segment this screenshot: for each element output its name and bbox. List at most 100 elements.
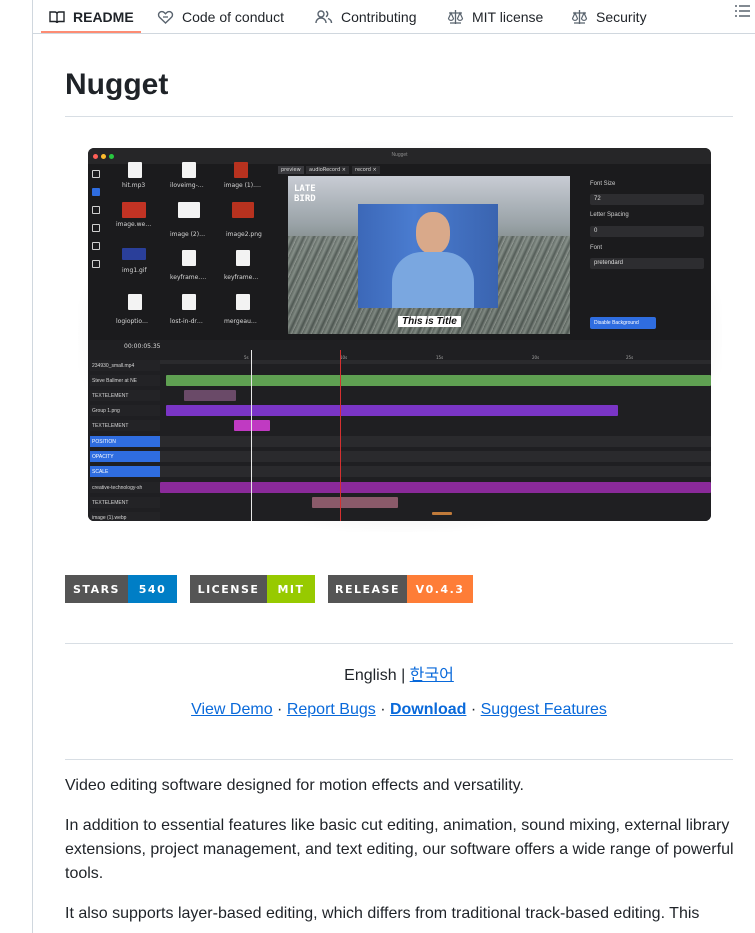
title-divider — [65, 116, 733, 117]
timeline-clip — [312, 497, 398, 508]
badge-release-label: RELEASE — [328, 575, 407, 603]
tab-contributing[interactable]: Contributing — [315, 0, 417, 33]
shapes-icon — [92, 224, 100, 232]
media-item-label: keyframe… — [224, 274, 259, 281]
media-thumbnail — [182, 250, 196, 266]
presenter-shirt — [392, 252, 474, 308]
media-thumbnail — [122, 202, 146, 218]
suggest-features-link[interactable]: Suggest Features — [481, 701, 607, 718]
readme-paragraph: In addition to essential features like b… — [65, 817, 734, 882]
preview-canvas: LATE BIRD This is Title — [288, 176, 570, 334]
timeline-clip — [184, 390, 236, 401]
presenter-face — [416, 212, 450, 254]
language-switcher: English | 한국어 — [65, 661, 733, 685]
media-item-label: mergeau… — [224, 318, 257, 325]
track-label: SCALE — [90, 466, 160, 477]
badge-stars-label: STARS — [65, 575, 128, 603]
puzzle-icon — [92, 242, 100, 250]
track-label: Group 1.png — [90, 405, 160, 416]
timeline-clip — [432, 512, 452, 515]
track-label: OPACITY — [90, 451, 160, 462]
media-thumbnail — [128, 294, 142, 310]
tab-readme[interactable]: README — [49, 0, 134, 33]
timeline-clip — [166, 375, 711, 386]
track-label: creative-technology-sh — [90, 482, 160, 493]
screenshot-window-title: Nugget — [391, 152, 408, 158]
track-label: image (1).webp — [90, 512, 160, 521]
tab-readme-label: README — [73, 8, 134, 25]
lang-separator: | — [396, 667, 410, 684]
tab-contributing-label: Contributing — [341, 8, 417, 25]
video-overlay — [358, 204, 498, 308]
people-icon — [315, 9, 333, 23]
badge-release[interactable]: RELEASE V0.4.3 — [328, 575, 473, 603]
tab-security[interactable]: Security — [571, 0, 647, 33]
readme-paragraph: It also supports layer-based editing, wh… — [65, 905, 700, 922]
media-item-label: image2.png — [226, 231, 262, 238]
track-label: TEXTELEMENT — [90, 497, 160, 508]
timeline-lane — [160, 451, 711, 462]
disable-background-button: Disable Background — [590, 317, 656, 329]
app-screenshot-image: Nugget hit.mp3 iloveimg-… image (1).… im… — [88, 148, 711, 521]
timeline-clip — [166, 405, 618, 416]
media-item-label: hit.mp3 — [122, 182, 146, 189]
media-thumbnail — [128, 162, 142, 178]
lang-korean-link[interactable]: 한국어 — [410, 667, 454, 684]
tab-code-of-conduct-label: Code of conduct — [182, 8, 284, 25]
font-size-field: 72 — [590, 194, 704, 205]
view-demo-link[interactable]: View Demo — [191, 701, 273, 718]
letter-spacing-field: 0 — [590, 226, 704, 237]
media-item-label: image.we… — [116, 221, 152, 228]
tab-security-label: Security — [596, 8, 647, 25]
font-size-label: Font Size — [590, 181, 616, 187]
tab-code-of-conduct[interactable]: Code of conduct — [157, 0, 284, 33]
export-icon — [92, 260, 100, 268]
file-icon — [92, 188, 100, 196]
timeline-lane — [160, 360, 711, 364]
track-label: 234930_small.mp4 — [90, 360, 160, 371]
law-scale-icon — [447, 9, 464, 24]
badge-license[interactable]: LICENSE MIT — [190, 575, 315, 603]
media-thumbnail — [178, 202, 200, 218]
timecode: 00:00:05.35 — [124, 343, 161, 350]
timeline-clip — [160, 482, 711, 493]
timeline-lane — [160, 466, 711, 477]
media-thumbnail — [122, 248, 146, 260]
media-item-label: image (1).… — [224, 182, 262, 189]
track-label: Steve Ballmer at NE — [90, 375, 160, 386]
timeline-clip — [234, 420, 270, 431]
media-item-label: lost-in-dr… — [170, 318, 203, 325]
law-scale-icon — [571, 9, 588, 24]
link-separator: · — [375, 701, 390, 718]
text-icon — [92, 206, 100, 214]
book-icon — [49, 10, 65, 23]
badge-license-label: LICENSE — [190, 575, 267, 603]
tab-mit-license[interactable]: MIT license — [447, 0, 543, 33]
track-label: TEXTELEMENT — [90, 390, 160, 401]
timeline-area: 00:00:05.35 5s 10s 15s 20s 25s — [88, 340, 711, 521]
link-separator: · — [272, 701, 287, 718]
media-thumbnail — [236, 250, 250, 266]
badge-stars[interactable]: STARS 540 — [65, 575, 177, 603]
media-thumbnail — [236, 294, 250, 310]
timeline-marker — [340, 350, 341, 521]
preview-chip: preview — [278, 166, 304, 174]
media-thumbnail — [232, 202, 254, 218]
media-thumbnail — [182, 294, 196, 310]
badge-stars-value: 540 — [128, 575, 177, 603]
download-link[interactable]: Download — [390, 701, 466, 718]
media-item-label: img1.gif — [122, 267, 147, 274]
readme-links: View Demo · Report Bugs · Download · Sug… — [65, 701, 733, 719]
report-bugs-link[interactable]: Report Bugs — [287, 701, 376, 718]
settings-icon — [92, 170, 100, 178]
table-of-contents-icon[interactable] — [733, 2, 751, 20]
media-thumbnail — [234, 162, 248, 178]
section-divider — [65, 759, 733, 760]
active-tab-indicator — [41, 31, 141, 33]
timeline-lane — [160, 436, 711, 447]
media-thumbnail — [182, 162, 196, 178]
link-separator: · — [466, 701, 481, 718]
badge-license-value: MIT — [267, 575, 315, 603]
preview-chip: record × — [352, 166, 380, 174]
badge-release-value: V0.4.3 — [407, 575, 473, 603]
